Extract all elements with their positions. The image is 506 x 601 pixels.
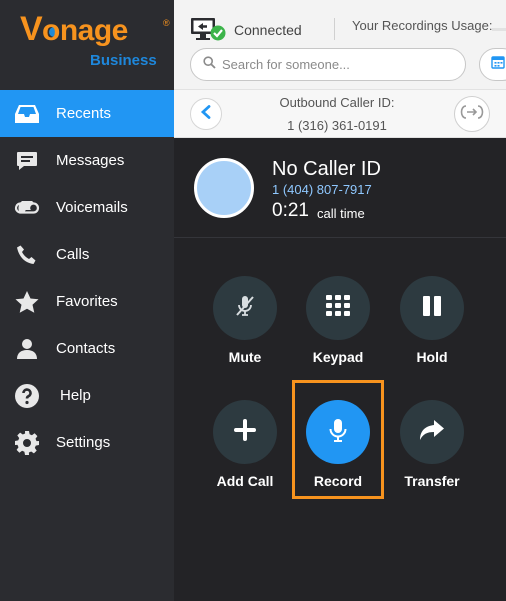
- pause-icon: [421, 295, 443, 322]
- hold-control: Hold: [392, 276, 472, 365]
- calendar-icon: [491, 55, 505, 74]
- sidebar-item-settings[interactable]: Settings: [0, 419, 174, 466]
- search-icon: [203, 55, 216, 74]
- keypad-control: Keypad: [298, 276, 378, 365]
- microphone-off-icon: [232, 293, 258, 324]
- sidebar-item-label: Contacts: [56, 340, 116, 357]
- mute-control: Mute: [205, 276, 285, 365]
- top-bar: Connected Your Recordings Usage:: [174, 0, 506, 90]
- mute-label: Mute: [228, 349, 262, 365]
- sidebar-item-label: Calls: [56, 246, 90, 263]
- add-call-control: Add Call: [205, 400, 285, 489]
- caller-name: No Caller ID: [272, 158, 381, 180]
- add-call-button[interactable]: [213, 400, 277, 464]
- sidebar-item-messages[interactable]: Messages: [0, 137, 174, 184]
- outbound-caller-bar: Outbound Caller ID: 1 (316) 361-0191: [174, 90, 506, 138]
- call-info: No Caller ID 1 (404) 807-7917 0:21 call …: [174, 138, 506, 238]
- active-call-panel: No Caller ID 1 (404) 807-7917 0:21 call …: [174, 138, 506, 601]
- chat-bubble-icon: [14, 150, 40, 172]
- star-icon: [14, 290, 40, 313]
- sidebar-item-label: Recents: [56, 105, 112, 122]
- sidebar: V onage ® Business Recents Messages Voic…: [0, 0, 174, 601]
- recordings-usage-label: Your Recordings Usage:: [352, 18, 493, 33]
- inbox-icon: [14, 103, 40, 125]
- keypad-button[interactable]: [306, 276, 370, 340]
- chevron-left-icon: [200, 104, 212, 124]
- back-button[interactable]: [190, 98, 222, 130]
- sidebar-item-contacts[interactable]: Contacts: [0, 325, 174, 372]
- sidebar-item-label: Favorites: [56, 293, 118, 310]
- record-highlight-box: [292, 380, 384, 499]
- sidebar-item-favorites[interactable]: Favorites: [0, 278, 174, 325]
- outbound-caller-number: 1 (316) 361-0191: [287, 118, 387, 133]
- status-text: Connected: [234, 22, 302, 38]
- transfer-control: Transfer: [392, 400, 472, 489]
- brand-tagline: Business: [90, 52, 157, 69]
- person-icon: [14, 338, 40, 360]
- brand-name: onage: [42, 14, 128, 47]
- transfer-label: Transfer: [404, 473, 460, 489]
- transfer-button[interactable]: [400, 400, 464, 464]
- mute-button[interactable]: [213, 276, 277, 340]
- sidebar-item-label: Messages: [56, 152, 125, 169]
- forward-arrow-icon: [419, 419, 445, 446]
- sidebar-item-voicemails[interactable]: Voicemails: [0, 184, 174, 231]
- sidebar-item-label: Voicemails: [56, 199, 128, 216]
- swap-arrows-icon: [460, 103, 484, 126]
- search-box[interactable]: [190, 48, 466, 81]
- sidebar-item-recents[interactable]: Recents: [0, 90, 174, 137]
- voicemail-icon: [14, 197, 40, 219]
- calendar-button[interactable]: [479, 48, 506, 81]
- sidebar-item-calls[interactable]: Calls: [0, 231, 174, 278]
- sidebar-item-label: Help: [60, 387, 91, 404]
- monitor-connected-icon: [190, 17, 226, 43]
- header-divider: [334, 18, 335, 40]
- search-input[interactable]: [222, 57, 452, 72]
- plus-icon: [234, 418, 256, 446]
- gear-icon: [14, 430, 40, 455]
- sidebar-item-label: Settings: [56, 434, 111, 451]
- hold-label: Hold: [416, 349, 448, 365]
- keypad-icon: [326, 294, 350, 322]
- phone-icon: [14, 244, 40, 266]
- brand-logo: V onage ® Business: [0, 0, 174, 90]
- caller-phone: 1 (404) 807-7917: [272, 182, 372, 197]
- keypad-label: Keypad: [312, 349, 364, 365]
- avatar: [194, 158, 254, 218]
- logo-wordmark: V onage ®: [20, 10, 170, 48]
- recordings-usage-bar: [492, 28, 506, 31]
- connection-status: Connected: [190, 17, 302, 43]
- sidebar-nav: Recents Messages Voicemails Calls Favori…: [0, 90, 174, 466]
- hold-button[interactable]: [400, 276, 464, 340]
- swap-call-button[interactable]: [454, 96, 490, 132]
- call-time-label: call time: [317, 206, 365, 221]
- add-call-label: Add Call: [216, 473, 274, 489]
- sidebar-item-help[interactable]: Help: [0, 372, 174, 419]
- call-timer: 0:21: [272, 200, 309, 221]
- outbound-caller-label: Outbound Caller ID:: [279, 95, 395, 110]
- question-icon: [14, 383, 40, 408]
